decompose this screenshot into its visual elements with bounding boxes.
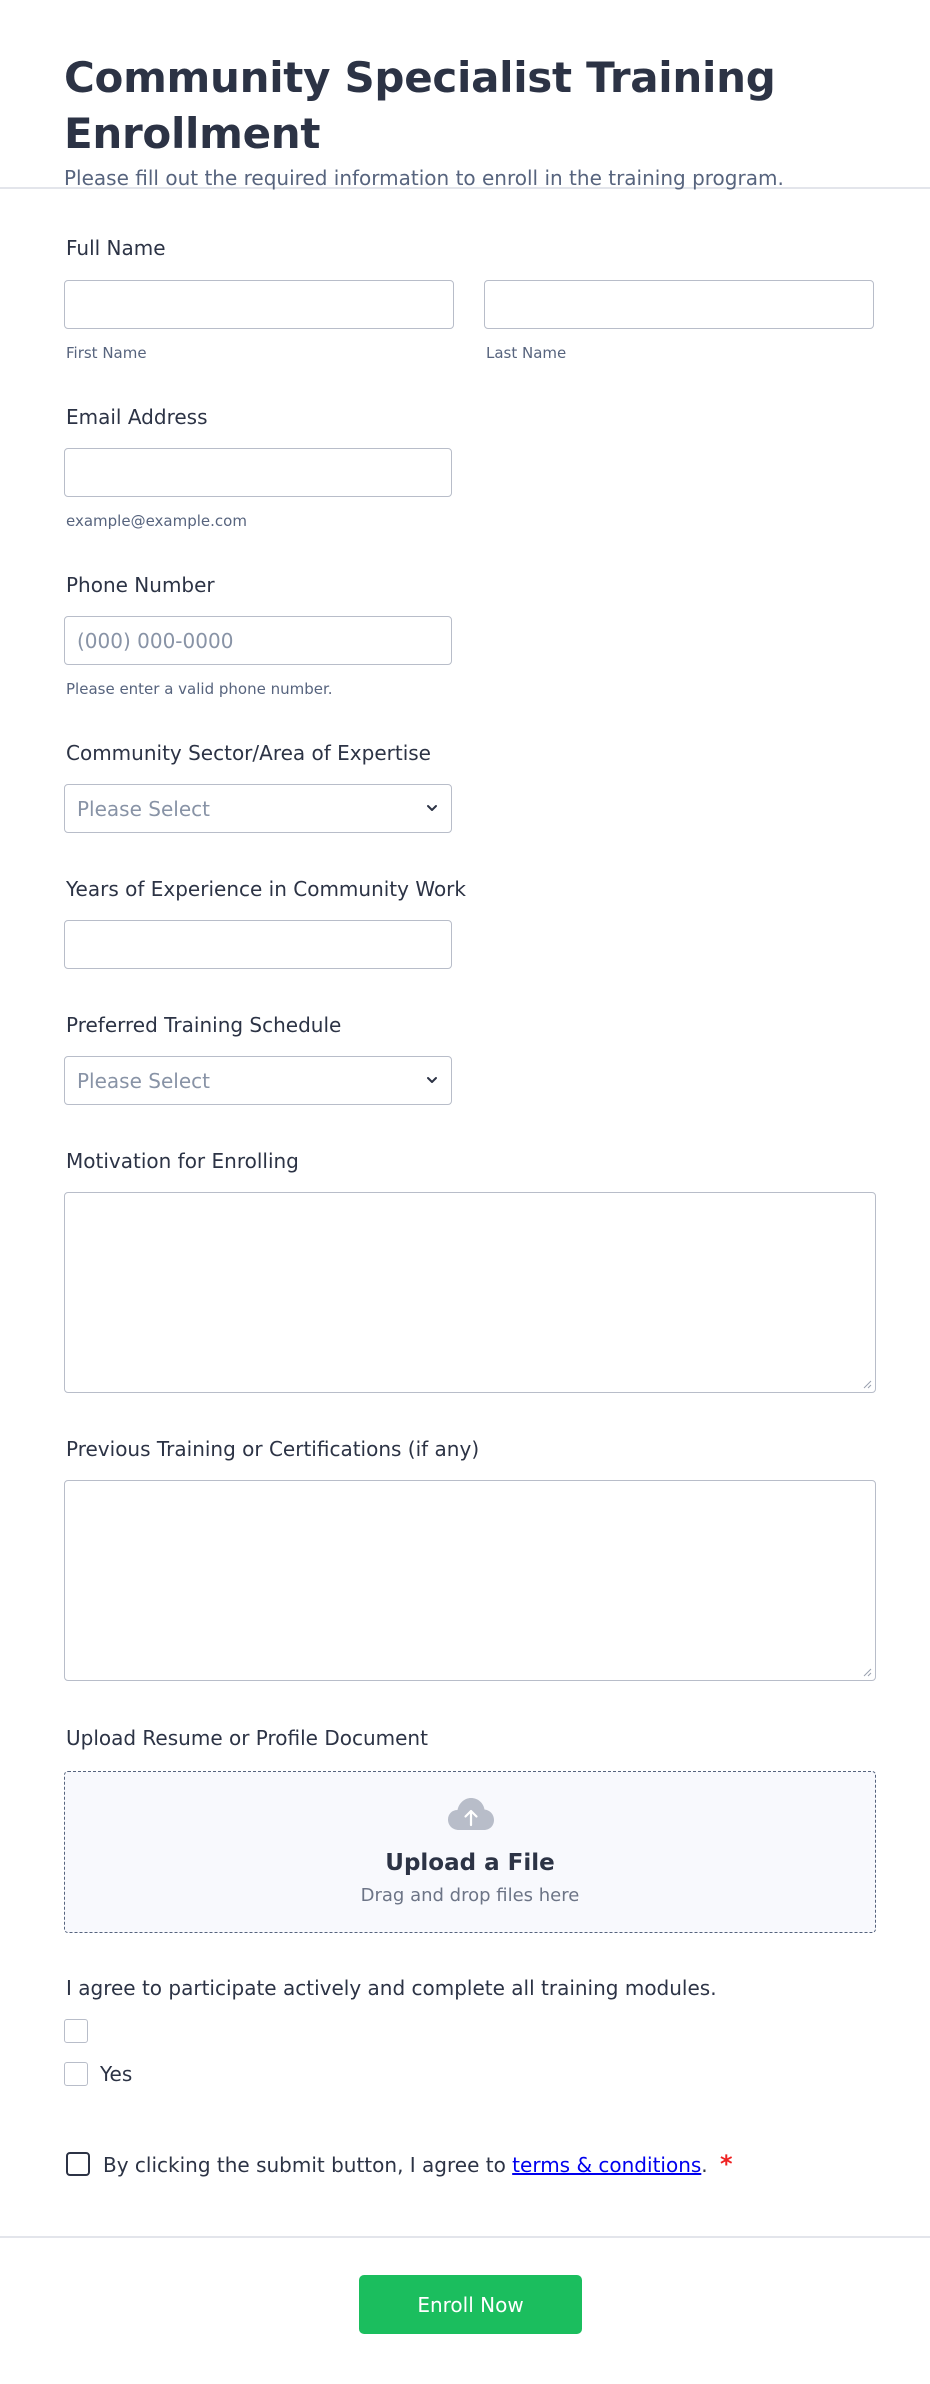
agreement-label-wrap: I agree to participate actively and comp… — [64, 1975, 717, 2001]
previous-textarea[interactable] — [64, 1480, 876, 1681]
agreement-checkbox-yes[interactable] — [64, 2062, 88, 2086]
previous-label-wrap: Previous Training or Certifications (if … — [64, 1436, 479, 1462]
phone-input[interactable]: (000) 000-0000 — [64, 616, 452, 665]
file-upload-dropzone[interactable]: Upload a File Drag and drop files here — [64, 1771, 876, 1933]
resize-handle-icon[interactable] — [862, 1667, 872, 1677]
email-sublabel: example@example.com — [66, 512, 247, 530]
form-header: Community Specialist Training Enrollment… — [0, 0, 930, 190]
previous-label: Previous Training or Certifications (if … — [66, 1437, 480, 1461]
agreement-label: I agree to participate actively and comp… — [66, 1976, 717, 2000]
sector-label: Community Sector/Area of Expertise — [66, 741, 431, 765]
chevron-down-icon — [427, 805, 437, 811]
chevron-down-icon — [427, 1077, 437, 1083]
full-name-label: Full Name — [66, 236, 166, 260]
resize-handle-icon[interactable] — [862, 1379, 872, 1389]
sector-selected-value: Please Select — [77, 796, 210, 821]
last-name-input[interactable] — [484, 280, 874, 329]
phone-sublabel: Please enter a valid phone number. — [66, 680, 333, 698]
phone-placeholder: (000) 000-0000 — [77, 628, 234, 653]
upload-subtitle: Drag and drop files here — [360, 1885, 580, 1906]
phone-label-wrap: Phone Number — [64, 572, 215, 598]
upload-label: Upload Resume or Profile Document — [66, 1726, 428, 1750]
experience-input[interactable] — [64, 920, 452, 969]
last-name-sublabel: Last Name — [486, 344, 567, 362]
terms-statement: By clicking the submit button, I agree t… — [103, 2150, 733, 2179]
terms-prefix: By clicking the submit button, I agree t… — [103, 2153, 513, 2177]
terms-link[interactable]: terms & conditions — [512, 2153, 701, 2177]
sector-label-wrap: Community Sector/Area of Expertise — [64, 740, 431, 766]
experience-label: Years of Experience in Community Work — [66, 877, 466, 901]
upload-title: Upload a File — [385, 1850, 555, 1876]
terms-suffix: . — [701, 2153, 708, 2177]
schedule-label-wrap: Preferred Training Schedule — [64, 1012, 341, 1038]
footer-divider — [0, 2236, 930, 2238]
agreement-option-yes-label: Yes — [100, 2062, 133, 2086]
experience-label-wrap: Years of Experience in Community Work — [64, 876, 466, 902]
upload-label-wrap: Upload Resume or Profile Document — [64, 1725, 428, 1751]
page-title: Community Specialist Training Enrollment — [64, 53, 776, 158]
first-name-input[interactable] — [64, 280, 454, 329]
required-asterisk: * — [720, 2150, 733, 2178]
motivation-label-wrap: Motivation for Enrolling — [64, 1148, 299, 1174]
sector-select[interactable]: Please Select — [64, 784, 452, 833]
schedule-select[interactable]: Please Select — [64, 1056, 452, 1105]
schedule-selected-value: Please Select — [77, 1068, 210, 1093]
email-label-wrap: Email Address — [64, 404, 208, 430]
cloud-upload-icon — [448, 1798, 494, 1830]
agreement-checkbox-blank[interactable] — [64, 2019, 88, 2043]
terms-checkbox[interactable] — [66, 2152, 90, 2176]
schedule-label: Preferred Training Schedule — [66, 1013, 342, 1037]
phone-label: Phone Number — [66, 573, 215, 597]
page-subtitle: Please fill out the required information… — [64, 166, 784, 190]
enroll-now-button[interactable]: Enroll Now — [359, 2275, 582, 2334]
email-label: Email Address — [66, 405, 208, 429]
first-name-sublabel: First Name — [66, 344, 147, 362]
motivation-label: Motivation for Enrolling — [66, 1149, 299, 1173]
motivation-textarea[interactable] — [64, 1192, 876, 1393]
email-input[interactable] — [64, 448, 452, 497]
